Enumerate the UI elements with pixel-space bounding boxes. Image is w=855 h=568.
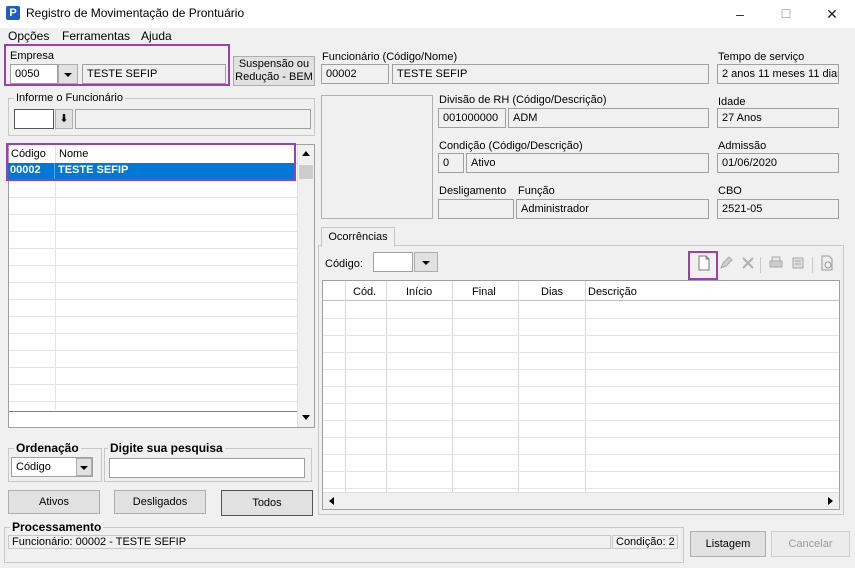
funcao-field: Administrador [516,199,709,219]
idade-field: 27 Anos [717,108,839,128]
close-button[interactable]: ✕ [809,0,855,28]
window-title: Registro de Movimentação de Prontuário [26,6,245,20]
download-arrow-icon: ⬇ [59,113,69,125]
condicao-desc-field: Ativo [466,153,709,173]
delete-button[interactable] [738,255,758,275]
report-icon [821,255,833,271]
print-preview-button[interactable] [788,255,808,275]
ocorrencias-header-final[interactable]: Final [472,286,496,298]
tab-ocorrencias[interactable]: Ocorrências [321,227,395,247]
processamento-condicao: Condição: 2 [612,535,678,549]
new-document-button[interactable] [694,255,714,275]
idade-label: Idade [718,96,746,108]
informe-input[interactable] [14,109,54,129]
divisao-code-field: 001000000 [438,108,506,128]
admissao-field: 01/06/2020 [717,153,839,173]
ocorrencias-codigo-dropdown[interactable] [414,252,438,272]
tempo-servico-field: 2 anos 11 meses 11 dias [717,64,839,84]
suspensao-line1: Suspensão ou [238,58,310,70]
cbo-field: 2521-05 [717,199,839,219]
funcionario-code-field: 00002 [321,64,389,84]
menu-opcoes[interactable]: Opções [8,28,49,44]
chevron-down-icon [64,73,72,77]
ordenacao-dropdown-button[interactable] [76,458,92,476]
scroll-up-icon[interactable] [302,151,310,156]
funcionario-name-field: TESTE SEFIP [392,64,709,84]
pesquisa-label: Digite sua pesquisa [108,441,225,455]
ordenacao-label: Ordenação [14,441,81,455]
report-button[interactable] [817,255,837,275]
minimize-button[interactable]: – [717,0,763,28]
empresa-label: Empresa [10,50,55,62]
menu-ferramentas[interactable]: Ferramentas [62,28,130,44]
employee-header-nome[interactable]: Nome [59,148,88,160]
print-button[interactable] [766,255,786,275]
edit-button[interactable] [716,255,736,275]
scroll-right-icon[interactable] [828,497,833,505]
empresa-dropdown-button[interactable] [58,64,78,84]
scroll-down-icon[interactable] [302,415,310,420]
processamento-label: Processamento [10,520,104,534]
cancelar-button[interactable]: Cancelar [771,531,850,557]
toolbar-separator [760,257,761,273]
employee-list-scrollbar[interactable] [297,145,314,427]
employee-header-codigo[interactable]: Código [11,148,46,160]
suspensao-line2: Redução - BEM [235,71,313,83]
print-preview-icon [792,257,804,269]
employee-row-name: TESTE SEFIP [58,164,129,176]
ocorrencias-header-cod[interactable]: Cód. [353,286,376,298]
ocorrencias-grid: Cód. Início Final Dias Descrição [322,280,840,510]
employee-photo [321,95,433,219]
pesquisa-input[interactable] [109,458,305,478]
todos-button[interactable]: Todos [221,490,313,516]
listagem-button[interactable]: Listagem [690,531,766,557]
scroll-thumb[interactable] [299,165,313,179]
new-document-icon [698,255,710,271]
suspensao-reducao-button[interactable]: Suspensão ou Redução - BEM [233,56,315,86]
ocorrencias-header-inicio[interactable]: Início [406,286,432,298]
informe-name-field [75,109,311,129]
admissao-label: Admissão [718,140,767,152]
desligados-button[interactable]: Desligados [114,490,206,514]
table-row[interactable]: 00002 TESTE SEFIP [8,163,294,179]
informe-search-button[interactable]: ⬇ [55,109,73,129]
ocorrencias-header-dias[interactable]: Dias [541,286,563,298]
funcao-label: Função [518,185,555,197]
employee-list [8,144,315,428]
desligamento-field [438,199,514,219]
title-bar: P Registro de Movimentação de Prontuário… [0,0,855,28]
processamento-status: Funcionário: 00002 - TESTE SEFIP [8,535,611,549]
delete-x-icon [742,257,754,269]
scroll-left-icon[interactable] [329,497,334,505]
informe-label: Informe o Funcionário [14,92,125,104]
divisao-label: Divisão de RH (Código/Descrição) [439,94,607,106]
condicao-code-field: 0 [438,153,464,173]
printer-icon [769,256,783,268]
tempo-servico-label: Tempo de serviço [718,51,805,63]
chevron-down-icon [80,466,88,470]
ocorrencias-grid-header [323,281,839,301]
ocorrencias-codigo-input[interactable] [373,252,413,272]
ativos-button[interactable]: Ativos [8,490,100,514]
toolbar-separator [812,257,813,273]
chevron-down-icon [422,261,430,265]
ocorrencias-codigo-label: Código: [325,258,363,270]
divisao-desc-field: ADM [508,108,709,128]
funcionario-label: Funcionário (Código/Nome) [322,51,458,63]
app-icon: P [6,6,20,20]
employee-row-code: 00002 [10,164,41,176]
empresa-code-field[interactable]: 0050 [10,64,58,84]
ocorrencias-header-descricao[interactable]: Descrição [588,286,637,298]
pencil-icon [720,256,733,269]
maximize-button[interactable]: ☐ [763,0,809,28]
condicao-label: Condição (Código/Descrição) [439,140,583,152]
empresa-name-field: TESTE SEFIP [82,64,226,84]
ocorrencias-hscrollbar[interactable] [323,492,839,509]
desligamento-label: Desligamento [439,185,507,197]
cbo-label: CBO [718,185,742,197]
menu-ajuda[interactable]: Ajuda [141,28,172,44]
